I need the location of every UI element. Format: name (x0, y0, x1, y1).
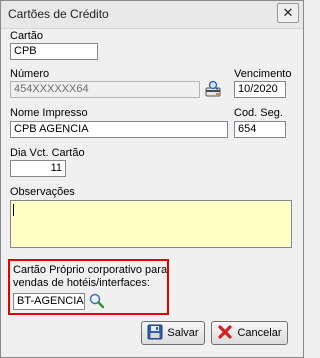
corporate-card-input[interactable]: BT-AGENCIA (13, 293, 85, 310)
floppy-disk-icon (147, 324, 163, 343)
numero-label: Número (10, 68, 50, 80)
card-lookup-icon[interactable] (205, 80, 223, 98)
numero-input: 454XXXXXX64 (10, 81, 200, 98)
cartao-label: Cartão (10, 30, 44, 42)
vencimento-label: Vencimento (234, 68, 292, 80)
search-icon[interactable] (88, 292, 106, 310)
dia-vct-label: Dia Vct. Cartão (10, 147, 85, 159)
observacoes-label: Observações (10, 186, 75, 198)
vencimento-input[interactable]: 10/2020 (234, 81, 286, 98)
dia-vct-input[interactable]: 11 (10, 160, 66, 177)
cancel-button-label: Cancelar (237, 327, 282, 339)
corporate-label-line2: vendas de hotéis/interfaces: (13, 277, 150, 289)
observacoes-textarea[interactable] (10, 200, 292, 248)
save-button[interactable]: Salvar (141, 321, 205, 345)
cod-seg-input[interactable]: 654 (234, 121, 286, 138)
nome-impresso-label: Nome Impresso (10, 107, 88, 119)
cancel-x-icon (217, 324, 233, 343)
corporate-label-line1: Cartão Próprio corporativo para (13, 264, 168, 276)
cancel-button[interactable]: Cancelar (211, 321, 288, 345)
cartao-input[interactable]: CPB (10, 43, 98, 60)
window-title: Cartões de Crédito (8, 7, 109, 21)
text-caret (13, 204, 14, 216)
close-button[interactable]: ✕ (277, 3, 299, 23)
nome-impresso-input[interactable]: CPB AGENCIA (10, 121, 228, 138)
cod-seg-label: Cod. Seg. (234, 107, 283, 119)
save-button-label: Salvar (167, 327, 199, 339)
